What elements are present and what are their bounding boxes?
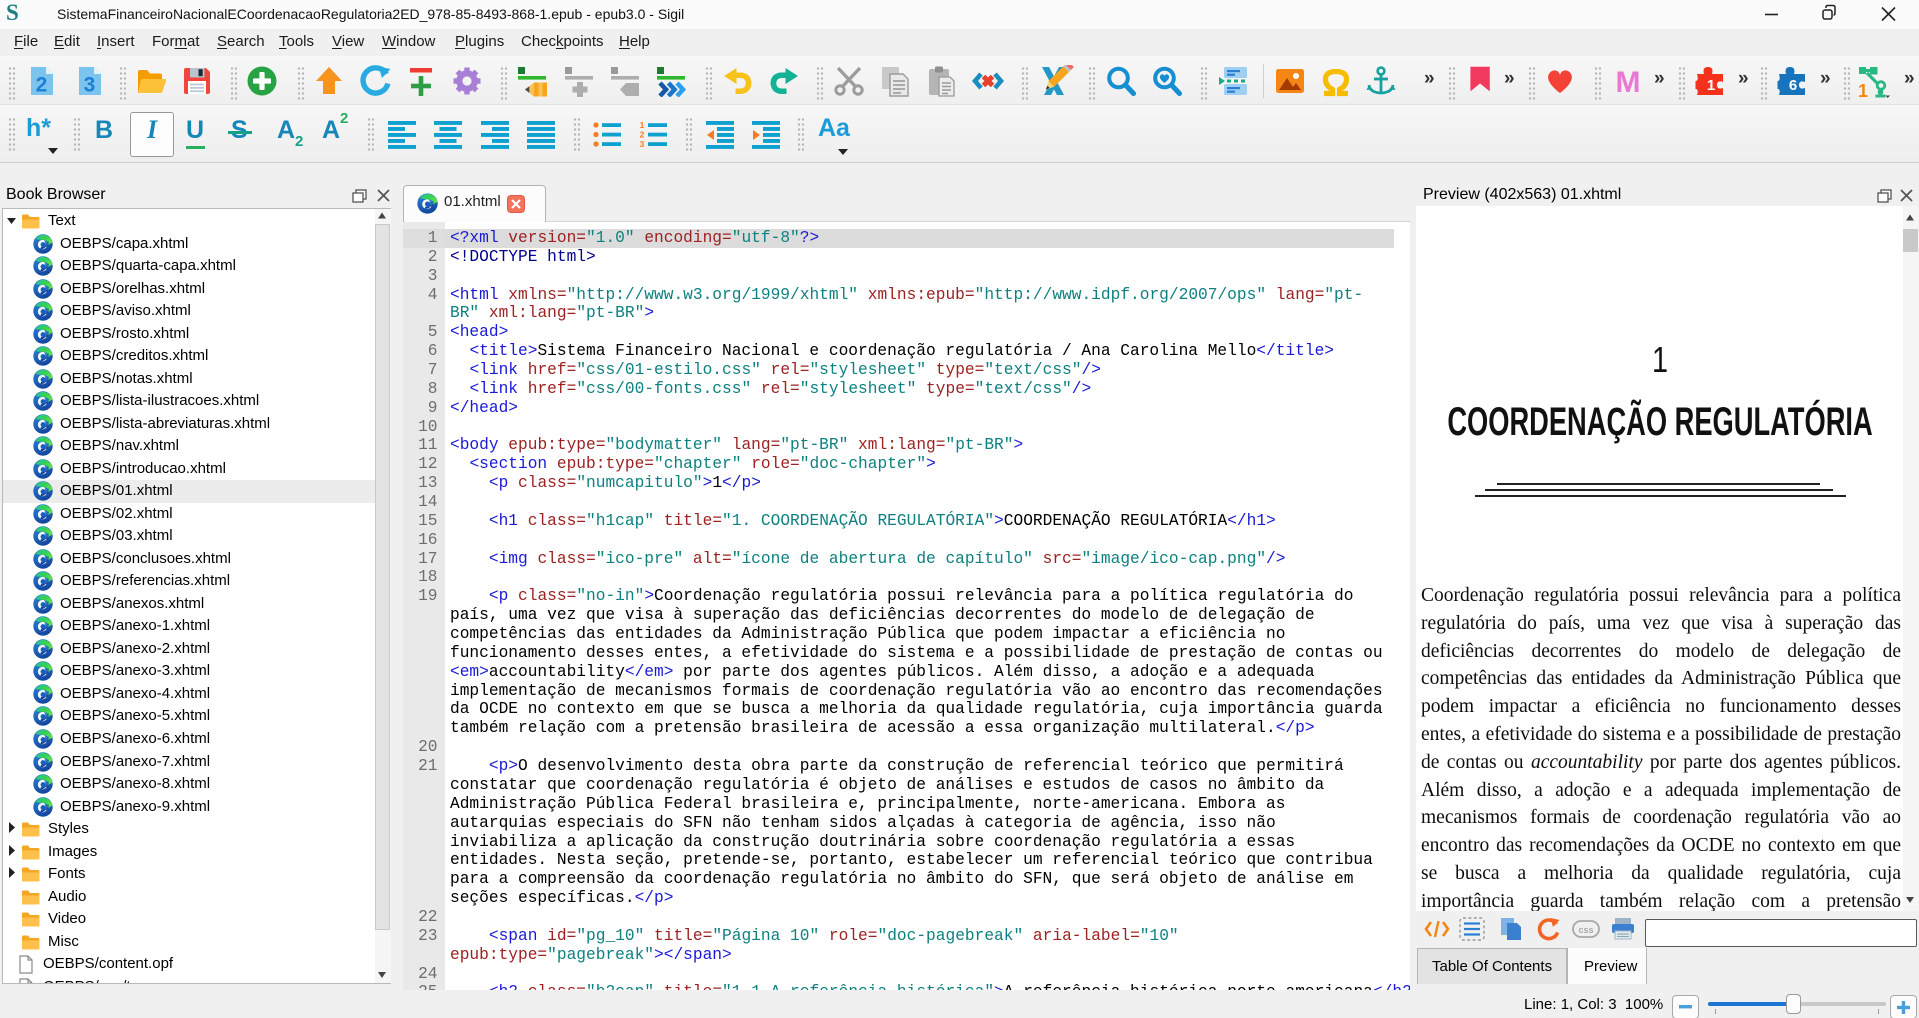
svg-text:2: 2 xyxy=(36,74,48,97)
svg-text:css: css xyxy=(1578,925,1593,935)
svg-text:3: 3 xyxy=(640,139,645,149)
svg-text:2: 2 xyxy=(640,130,645,140)
svg-text:3: 3 xyxy=(84,74,96,97)
svg-text:1: 1 xyxy=(1707,77,1715,94)
svg-text:6: 6 xyxy=(1789,77,1797,94)
svg-text:M: M xyxy=(1616,66,1641,97)
svg-text:1: 1 xyxy=(1858,81,1868,98)
